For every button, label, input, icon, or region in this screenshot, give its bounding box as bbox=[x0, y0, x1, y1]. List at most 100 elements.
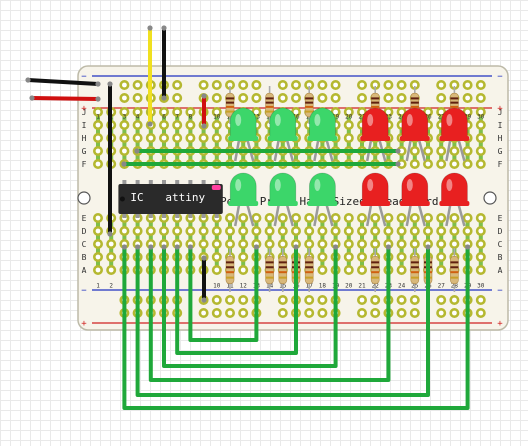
column-number-bottom: 24 bbox=[398, 283, 406, 290]
pad-hole bbox=[240, 241, 246, 247]
red-led-shine bbox=[406, 114, 413, 126]
routed-wire-green-end bbox=[385, 244, 391, 250]
routed-wire-green-end bbox=[174, 244, 180, 250]
pad-hole bbox=[161, 135, 167, 141]
rail-pad-hole bbox=[478, 297, 484, 303]
pad-hole bbox=[95, 241, 101, 247]
green-led bbox=[309, 107, 336, 141]
rail-pad-hole bbox=[320, 310, 325, 316]
rail-pad-hole bbox=[240, 82, 246, 88]
pad-hole bbox=[425, 215, 431, 221]
column-number-top: 30 bbox=[477, 114, 485, 121]
row-label-left: F bbox=[82, 160, 87, 169]
pad-hole bbox=[386, 228, 391, 234]
pad-hole bbox=[438, 148, 444, 154]
pad-hole bbox=[201, 135, 207, 141]
resistor-bottom-band bbox=[265, 276, 274, 279]
routed-wire-green-end bbox=[121, 244, 127, 250]
resistor-bottom-band bbox=[278, 271, 287, 274]
column-number-top: 8 bbox=[189, 114, 193, 121]
red-led bbox=[441, 107, 468, 141]
red-led-rim bbox=[360, 201, 391, 206]
rail-pad-hole bbox=[214, 95, 220, 101]
resistor-bottom bbox=[410, 256, 420, 284]
pad-hole bbox=[359, 241, 365, 247]
rail-plus-label: + bbox=[81, 319, 87, 329]
pad-hole bbox=[359, 215, 365, 221]
pad-hole bbox=[108, 241, 114, 247]
rail-pad-hole bbox=[240, 297, 246, 303]
rail-pad-hole bbox=[122, 95, 127, 101]
power-wire-red bbox=[30, 96, 100, 101]
rail-pad-hole bbox=[201, 310, 207, 316]
ground-wire-black-end bbox=[161, 25, 167, 31]
red-led bbox=[361, 172, 389, 206]
resistor-bottom-band bbox=[278, 266, 287, 269]
power-wire-black-end bbox=[95, 81, 101, 87]
red-led bbox=[401, 172, 429, 206]
resistor-bottom-band bbox=[305, 261, 314, 264]
rail-pad-hole bbox=[306, 297, 312, 303]
pad-hole bbox=[135, 122, 141, 128]
pad-hole bbox=[122, 122, 127, 128]
chip-ic-label: IC bbox=[130, 191, 143, 204]
resistor-top-band bbox=[265, 97, 274, 100]
red-led-rim bbox=[360, 136, 391, 141]
pad-hole bbox=[267, 215, 272, 221]
pad-hole bbox=[135, 228, 141, 234]
resistor-top-band bbox=[226, 105, 234, 108]
mount-hole-left bbox=[77, 191, 91, 205]
row-label-right: G bbox=[498, 147, 503, 156]
pad-hole bbox=[280, 215, 286, 221]
resistor-bottom-band bbox=[265, 266, 274, 269]
pad-hole bbox=[174, 122, 180, 128]
pad-hole bbox=[95, 148, 101, 154]
pad-hole bbox=[465, 148, 470, 154]
resistor-bottom-band bbox=[265, 261, 274, 264]
pad-hole bbox=[95, 228, 101, 234]
pad-hole bbox=[227, 215, 233, 221]
rail-pad-hole bbox=[333, 95, 338, 101]
pad-hole bbox=[320, 254, 325, 260]
ground-jumper-black-end bbox=[107, 231, 113, 237]
column-number-top: 4 bbox=[136, 114, 140, 121]
routed-wire-green-end bbox=[425, 244, 431, 250]
pad-hole bbox=[227, 228, 233, 234]
row-label-left: H bbox=[82, 134, 87, 143]
red-led-shine bbox=[367, 114, 374, 126]
pad-hole bbox=[188, 135, 193, 141]
green-led-rim bbox=[267, 136, 298, 141]
column-number-top: 7 bbox=[175, 114, 179, 121]
row-label-left: G bbox=[82, 147, 87, 156]
pad-hole bbox=[372, 228, 378, 234]
pad-hole bbox=[240, 228, 246, 234]
column-number-bottom: 12 bbox=[240, 283, 248, 290]
chip-notch bbox=[119, 196, 125, 202]
rail-pad-hole bbox=[478, 95, 484, 101]
resistor-top-band bbox=[371, 97, 380, 100]
rail-pad-hole bbox=[372, 297, 378, 303]
power-jumper-red-end bbox=[201, 123, 207, 129]
pad-hole bbox=[465, 228, 470, 234]
pad-hole bbox=[412, 241, 418, 247]
pad-hole bbox=[293, 228, 299, 234]
rail-pad-hole bbox=[320, 82, 325, 88]
row-label-left: I bbox=[82, 121, 87, 130]
green-led bbox=[229, 172, 257, 206]
rail-pad-hole bbox=[135, 82, 141, 88]
row-label-right: D bbox=[498, 227, 503, 236]
rail-pad-hole bbox=[399, 82, 404, 88]
circuit-diagram: 1122334455667788991010111112121313141415… bbox=[25, 25, 509, 410]
green-led bbox=[269, 107, 297, 141]
column-number-bottom: 30 bbox=[477, 283, 485, 290]
pad-hole bbox=[478, 254, 484, 260]
routed-wire-green-end bbox=[333, 244, 339, 250]
resistor-bottom-band bbox=[226, 271, 234, 274]
pad-hole bbox=[438, 215, 444, 221]
pad-hole bbox=[188, 122, 193, 128]
column-number-top: 1 bbox=[96, 114, 100, 121]
pad-hole bbox=[412, 161, 418, 167]
column-number-bottom: 2 bbox=[109, 283, 113, 290]
pad-hole bbox=[320, 267, 325, 273]
pad-hole bbox=[346, 241, 352, 247]
